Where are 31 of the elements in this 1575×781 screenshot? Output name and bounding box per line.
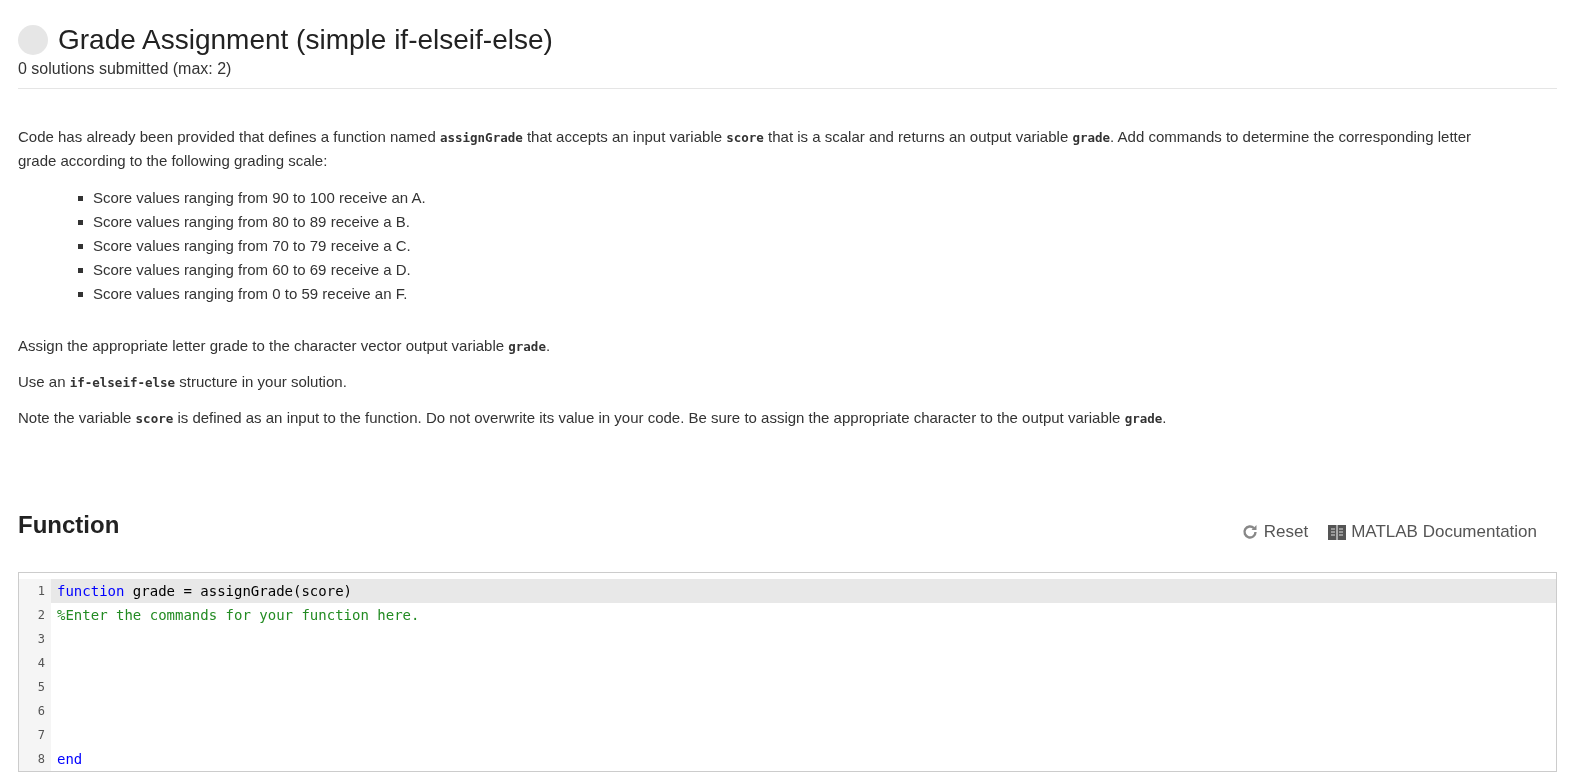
line-number: 6 [19,699,51,723]
problem-title: Grade Assignment (simple if-elseif-else) [58,23,553,57]
bullet-text: Score values ranging from 0 to 59 receive an F. [93,284,408,304]
reset-icon [1240,523,1259,541]
line-number: 8 [19,747,51,771]
line-number: 4 [19,651,51,675]
status-circle [18,25,48,55]
description-text: Assign the appropriate letter grade to the character vector output variable grade. [18,336,552,356]
line-number: 7 [19,723,51,747]
line-number: 3 [19,627,51,651]
bullet-icon [78,243,83,249]
documentation-link[interactable]: MATLAB Documentation [1328,522,1537,542]
reset-link[interactable]: Reset [1240,522,1309,542]
line-number: 1 [19,579,51,603]
code-editor[interactable]: 1 function grade = assignGrade(score) 2 %Enter the commands for your function here. 3 4 5 6 7 8 end [18,572,1557,772]
bullet-text: Score values ranging from 60 to 69 receive a D. [93,260,411,280]
section-heading: Function [18,511,120,539]
description-text: Use an if-elseif-else structure in your solution. [18,372,348,392]
bullet-text: Score values ranging from 80 to 89 receive a B. [93,212,410,232]
description-text: Note the variable score is defined as an input to the function. Do not overwrite its value in your code. Be sure to assign the appropriate character to the output variable grade. [18,408,1168,428]
bullet-text: Score values ranging from 70 to 79 receive a C. [93,236,411,256]
bullet-icon [78,195,83,201]
bullet-icon [78,219,83,225]
description-text: Code has already been provided that defines a function named assignGrade that accepts an input variable score that is a scalar and returns an output variable grade. Add commands to determine the corresponding letter grade according to the following grading scale: [18,127,1473,171]
bullet-icon [78,267,83,273]
line-number: 5 [19,675,51,699]
book-icon [1328,524,1347,540]
submission-count: 0 solutions submitted (max: 2) [18,60,233,78]
bullet-icon [78,291,83,297]
line-number: 2 [19,603,51,627]
bullet-text: Score values ranging from 90 to 100 receive an A. [93,188,426,208]
